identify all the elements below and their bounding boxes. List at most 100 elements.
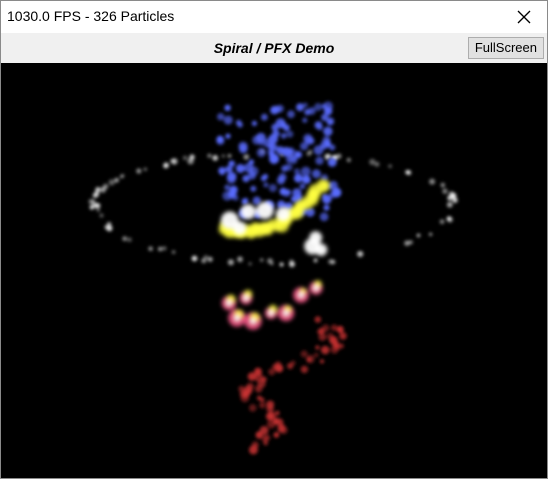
particle <box>207 153 212 158</box>
particle <box>225 165 233 173</box>
particle <box>446 201 453 208</box>
particle <box>162 246 167 251</box>
particle <box>225 133 231 139</box>
particle <box>323 196 331 204</box>
particle <box>237 256 243 263</box>
demo-title: Spiral / PFX Demo <box>213 40 335 56</box>
particle <box>296 103 304 112</box>
particle <box>283 310 289 316</box>
particle <box>114 177 119 183</box>
particle <box>95 187 101 192</box>
particle <box>280 426 288 435</box>
particle <box>329 191 337 199</box>
particle <box>106 225 113 232</box>
particle <box>416 233 421 238</box>
particle <box>224 184 231 191</box>
particle <box>321 103 327 109</box>
particle <box>171 250 176 254</box>
particle <box>237 122 243 128</box>
particle <box>276 176 285 185</box>
particle <box>319 180 330 191</box>
particle <box>276 206 291 222</box>
particle <box>261 436 269 443</box>
particle <box>254 372 264 382</box>
particle <box>298 292 304 298</box>
particle <box>250 185 257 192</box>
particle <box>314 316 322 323</box>
particle <box>226 171 237 182</box>
particle <box>260 397 265 403</box>
particle <box>283 124 290 132</box>
particle <box>268 310 274 316</box>
particle <box>148 246 153 251</box>
particle <box>228 160 234 166</box>
particle <box>267 419 276 429</box>
particle <box>369 158 376 166</box>
particle <box>285 189 291 196</box>
app-window: 1030.0 FPS - 326 Particles Spiral / PFX … <box>0 0 548 479</box>
particle <box>440 182 446 188</box>
particle <box>246 382 254 391</box>
particle <box>248 445 258 455</box>
particle <box>317 124 323 131</box>
particle <box>273 432 280 438</box>
particle <box>203 255 209 260</box>
particle <box>143 167 147 171</box>
particle <box>357 250 364 258</box>
particle <box>325 141 331 148</box>
title-bar[interactable]: 1030.0 FPS - 326 Particles <box>1 1 547 33</box>
particle <box>281 165 288 172</box>
particle <box>315 345 320 350</box>
particle <box>243 154 250 160</box>
particle <box>323 126 333 136</box>
particle <box>251 120 257 126</box>
particle <box>182 155 188 161</box>
particle <box>256 147 266 158</box>
particle <box>320 345 330 355</box>
particle <box>429 232 433 236</box>
fullscreen-button[interactable]: FullScreen <box>467 37 544 59</box>
particle <box>275 410 280 416</box>
particle <box>439 219 445 225</box>
particle <box>259 402 266 409</box>
particle <box>280 132 287 139</box>
particle <box>136 168 142 174</box>
particle <box>289 149 298 159</box>
particle <box>446 216 452 222</box>
particle <box>254 385 263 393</box>
particle <box>267 258 273 264</box>
particle <box>270 158 277 164</box>
particle <box>330 324 338 332</box>
particle <box>207 256 213 262</box>
particle <box>307 137 315 145</box>
particle <box>234 315 240 321</box>
particle <box>313 352 319 358</box>
particle <box>313 285 319 291</box>
particle <box>100 186 106 193</box>
particle <box>240 204 256 220</box>
particle <box>263 182 269 188</box>
close-icon <box>517 10 531 24</box>
particle <box>243 295 249 301</box>
particle <box>270 106 279 115</box>
particle <box>330 345 339 354</box>
particle <box>222 191 232 201</box>
particle <box>266 404 275 413</box>
toolbar: Spiral / PFX Demo FullScreen <box>1 33 547 63</box>
particle <box>227 259 234 266</box>
particle <box>248 159 255 165</box>
particle <box>319 212 329 222</box>
particle <box>261 113 268 121</box>
particle <box>269 143 278 152</box>
particle <box>219 170 225 176</box>
particle-canvas[interactable] <box>1 63 547 478</box>
particle <box>255 431 264 439</box>
particle <box>308 149 313 154</box>
particle <box>122 236 128 242</box>
particle <box>157 246 163 252</box>
particle <box>319 359 325 364</box>
particle <box>232 221 247 235</box>
close-button[interactable] <box>501 1 547 33</box>
particle <box>318 332 327 341</box>
particle <box>300 350 308 358</box>
